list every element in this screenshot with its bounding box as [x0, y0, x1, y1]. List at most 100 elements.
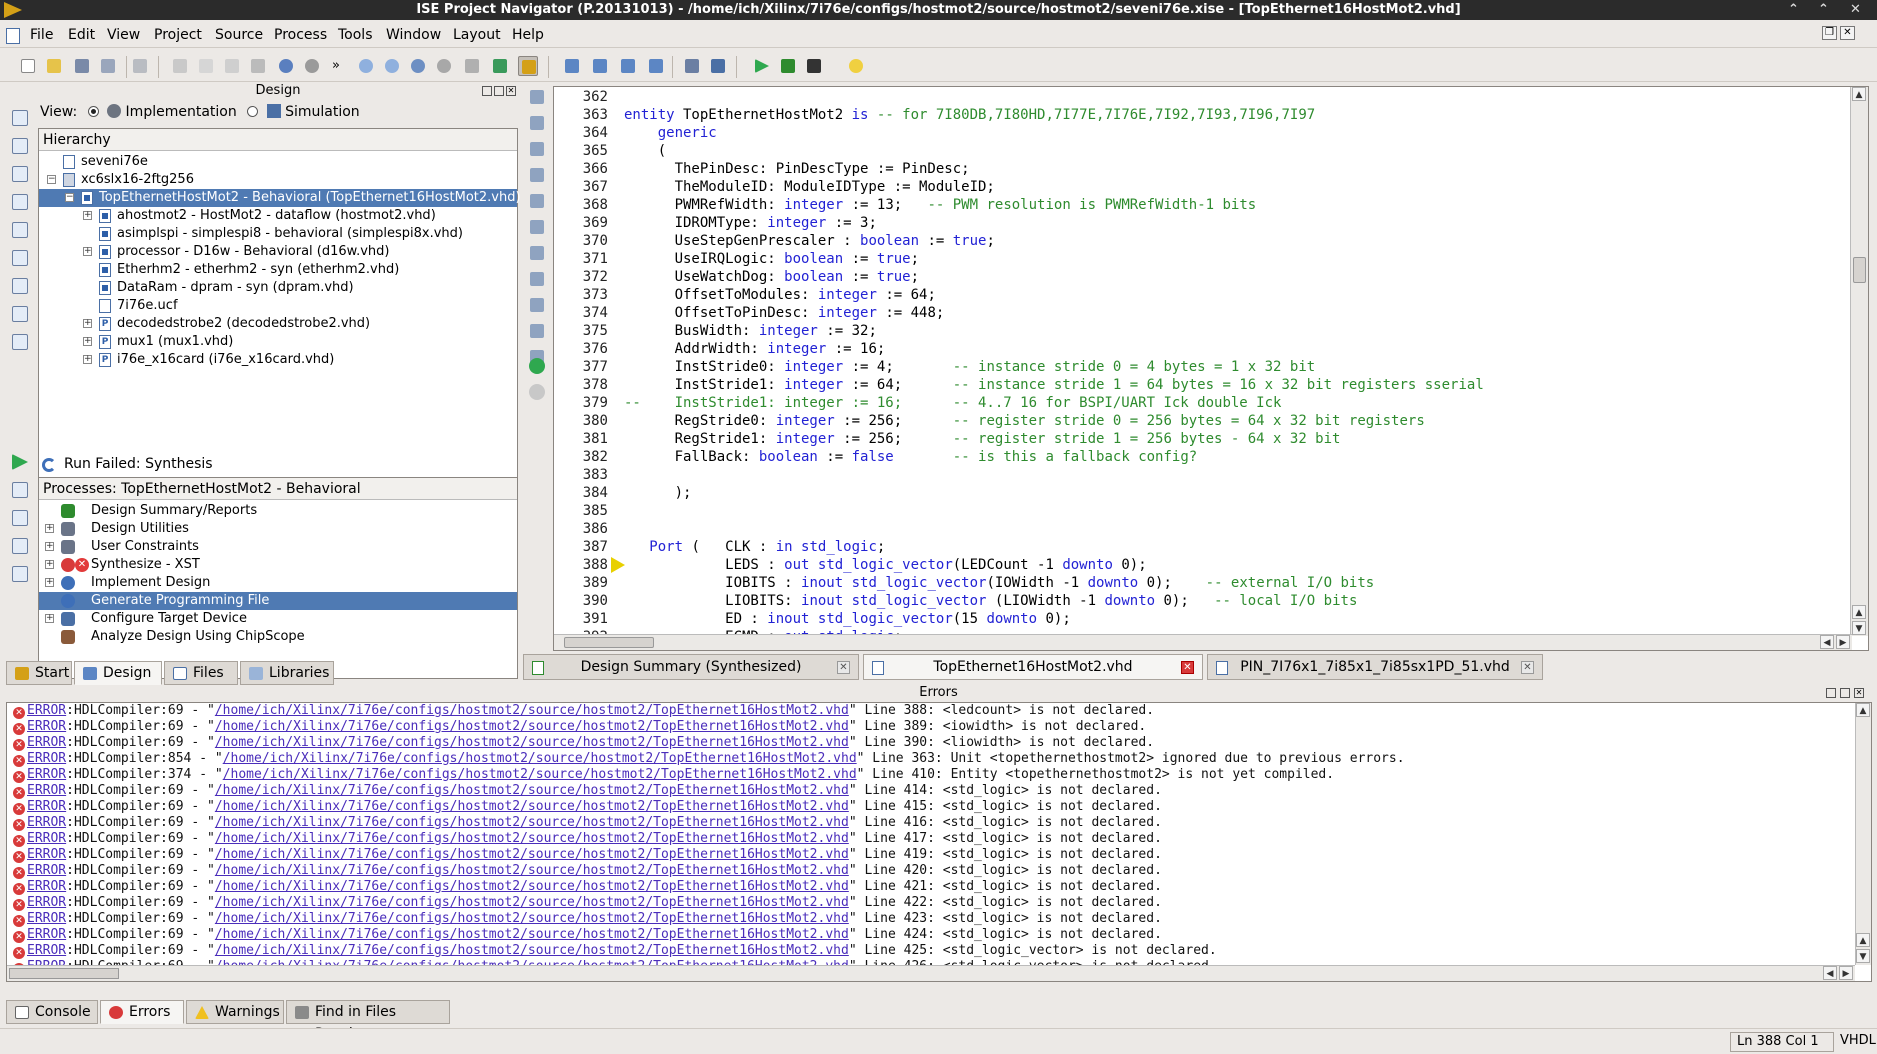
hierarchy-item[interactable]: + ahostmot2 - HostMot2 - dataflow (hostmo…	[39, 207, 517, 225]
error-row[interactable]: ✕ERROR:HDLCompiler:69 - "/home/ich/Xilin…	[7, 799, 1853, 815]
error-row[interactable]: ✕ERROR:HDLCompiler:69 - "/home/ich/Xilin…	[7, 863, 1853, 879]
error-row[interactable]: ✕ERROR:HDLCompiler:69 - "/home/ich/Xilin…	[7, 895, 1853, 911]
error-help-link[interactable]: ERROR	[27, 767, 66, 782]
hierarchy-item[interactable]: DataRam - dpram - syn (dpram.vhd)	[39, 279, 517, 297]
tip-lightbulb-icon[interactable]	[846, 56, 866, 76]
menu-project[interactable]: Project	[154, 27, 202, 43]
code-line[interactable]: ED : inout std_logic_vector(15 downto 0)…	[624, 611, 1071, 627]
remove-source-icon[interactable]	[12, 222, 28, 238]
tab-files[interactable]: Files	[164, 661, 238, 685]
maximize-window-icon[interactable]: ⌃	[1818, 0, 1829, 20]
scroll-left-icon[interactable]: ◀	[1823, 966, 1837, 980]
error-file-link[interactable]: /home/ich/Xilinx/7i76e/configs/hostmot2/…	[215, 895, 849, 910]
error-help-link[interactable]: ERROR	[27, 927, 66, 942]
scroll-right-icon[interactable]: ▶	[1839, 966, 1853, 980]
error-file-link[interactable]: /home/ich/Xilinx/7i76e/configs/hostmot2/…	[215, 927, 849, 942]
code-line[interactable]: BusWidth: integer := 32;	[624, 323, 877, 339]
error-file-link[interactable]: /home/ich/Xilinx/7i76e/configs/hostmot2/…	[215, 735, 849, 750]
code-line[interactable]: UseIRQLogic: boolean := true;	[624, 251, 919, 267]
process-item[interactable]: Analyze Design Using ChipScope	[39, 628, 517, 646]
error-row[interactable]: ✕ERROR:HDLCompiler:69 - "/home/ich/Xilin…	[7, 815, 1853, 831]
error-file-link[interactable]: /home/ich/Xilinx/7i76e/configs/hostmot2/…	[215, 943, 849, 958]
code-line[interactable]: IOBITS : inout std_logic_vector(IOWidth …	[624, 575, 1374, 591]
expand-icon[interactable]: +	[83, 211, 92, 220]
scroll-up-icon[interactable]: ▲	[1856, 933, 1870, 947]
insert-template-icon[interactable]	[530, 272, 544, 286]
indent-icon[interactable]	[530, 90, 544, 104]
zoom-full-icon[interactable]	[408, 56, 428, 76]
error-help-link[interactable]: ERROR	[27, 895, 66, 910]
code-line[interactable]: LEDS : out std_logic_vector(LEDCount -1 …	[624, 557, 1146, 573]
error-row[interactable]: ✕ERROR:HDLCompiler:69 - "/home/ich/Xilin…	[7, 911, 1853, 927]
menu-source[interactable]: Source	[215, 27, 263, 43]
panel-close-icon[interactable]: ✕	[506, 86, 516, 96]
context-help-icon[interactable]	[708, 56, 728, 76]
paste-icon[interactable]	[222, 56, 242, 76]
error-row[interactable]: ✕ERROR:HDLCompiler:69 - "/home/ich/Xilin…	[7, 703, 1853, 719]
error-row[interactable]: ✕ERROR:HDLCompiler:69 - "/home/ich/Xilin…	[7, 831, 1853, 847]
hierarchy-item[interactable]: asimplspi - simplespi8 - behavioral (sim…	[39, 225, 517, 243]
error-row[interactable]: ✕ERROR:HDLCompiler:69 - "/home/ich/Xilin…	[7, 943, 1853, 959]
error-file-link[interactable]: /home/ich/Xilinx/7i76e/configs/hostmot2/…	[215, 799, 849, 814]
code-line[interactable]: IDROMType: integer := 3;	[624, 215, 877, 231]
error-file-link[interactable]: /home/ich/Xilinx/7i76e/configs/hostmot2/…	[215, 783, 849, 798]
hierarchy-item[interactable]: 7i76e.ucf	[39, 297, 517, 315]
error-row[interactable]: ✕ERROR:HDLCompiler:69 - "/home/ich/Xilin…	[7, 879, 1853, 895]
code-line[interactable]: (	[624, 143, 666, 159]
tab-start[interactable]: Start	[6, 661, 72, 685]
run-icon[interactable]	[752, 56, 772, 76]
hierarchy-item[interactable]: Etherhm2 - etherhm2 - syn (etherhm2.vhd)	[39, 261, 517, 279]
scroll-down-icon[interactable]: ▼	[1852, 621, 1866, 635]
tab-errors[interactable]: Errors	[100, 1000, 184, 1024]
find-icon[interactable]	[462, 56, 482, 76]
error-help-link[interactable]: ERROR	[27, 719, 66, 734]
tab-topethernet16hostmot2[interactable]: TopEthernet16HostMot2.vhd ✕	[863, 654, 1203, 680]
error-help-link[interactable]: ERROR	[27, 863, 66, 878]
error-help-link[interactable]: ERROR	[27, 943, 66, 958]
redo-icon[interactable]	[302, 56, 322, 76]
menu-view[interactable]: View	[107, 27, 140, 43]
error-row[interactable]: ✕ERROR:HDLCompiler:69 - "/home/ich/Xilin…	[7, 735, 1853, 751]
open-file-icon[interactable]	[44, 56, 64, 76]
code-line[interactable]: InstStride0: integer := 4; -- instance s…	[624, 359, 1316, 375]
close-tab-icon[interactable]: ✕	[837, 661, 850, 674]
code-line[interactable]: AddrWidth: integer := 16;	[624, 341, 886, 357]
scroll-up-icon[interactable]: ▲	[1852, 605, 1866, 619]
process-item[interactable]: + User Constraints	[39, 538, 517, 556]
code-line[interactable]: FallBack: boolean := false -- is this a …	[624, 449, 1198, 465]
panel-maximize-icon[interactable]	[1840, 688, 1850, 698]
hierarchy-item[interactable]: − TopEthernetHostMot2 - Behavioral (TopEt…	[39, 189, 521, 207]
edit-marker-icon[interactable]	[530, 298, 544, 312]
uncomment-icon[interactable]	[530, 168, 544, 182]
error-file-link[interactable]: /home/ich/Xilinx/7i76e/configs/hostmot2/…	[215, 863, 849, 878]
panel-maximize-icon[interactable]	[494, 86, 504, 96]
error-help-link[interactable]: ERROR	[27, 879, 66, 894]
code-line[interactable]: RegStride0: integer := 256; -- register …	[624, 413, 1425, 429]
expand-icon[interactable]: +	[83, 319, 92, 328]
expand-icon[interactable]: +	[83, 355, 92, 364]
code-line[interactable]: -- InstStride1: integer := 16; -- 4..7 1…	[624, 395, 1281, 411]
scroll-down-icon[interactable]: ▼	[1856, 949, 1870, 963]
menu-layout[interactable]: Layout	[453, 27, 501, 43]
error-file-link[interactable]: /home/ich/Xilinx/7i76e/configs/hostmot2/…	[215, 719, 849, 734]
error-help-link[interactable]: ERROR	[27, 799, 66, 814]
menu-tools[interactable]: Tools	[338, 27, 373, 43]
hierarchy-item[interactable]: + mux1 (mux1.vhd)	[39, 333, 517, 351]
simulation-label[interactable]: Simulation	[285, 104, 360, 120]
go-forward-icon[interactable]	[529, 358, 545, 374]
code-line[interactable]: OffsetToPinDesc: integer := 448;	[624, 305, 945, 321]
new-source-icon[interactable]	[12, 166, 28, 182]
code-line[interactable]: PWMRefWidth: integer := 13; -- PWM resol…	[624, 197, 1257, 213]
error-file-link[interactable]: /home/ich/Xilinx/7i76e/configs/hostmot2/…	[215, 879, 849, 894]
window-icon[interactable]	[646, 56, 666, 76]
save-all-icon[interactable]	[98, 56, 118, 76]
error-row[interactable]: ✕ERROR:HDLCompiler:69 - "/home/ich/Xilin…	[7, 783, 1853, 799]
process-item[interactable]: + ✕ Synthesize - XST	[39, 556, 517, 574]
cut-icon[interactable]	[170, 56, 190, 76]
error-row[interactable]: ✕ ERROR:HDLCompiler:854 - "/home/ich/Xili…	[7, 751, 1853, 767]
close-window-icon[interactable]: ✕	[1850, 0, 1861, 20]
panel-close-icon[interactable]: ✕	[1854, 688, 1864, 698]
rerun-all-icon[interactable]	[12, 510, 28, 526]
zoom-out-icon[interactable]	[382, 56, 402, 76]
errors-vertical-scrollbar[interactable]: ▲ ▲ ▼	[1855, 703, 1871, 965]
